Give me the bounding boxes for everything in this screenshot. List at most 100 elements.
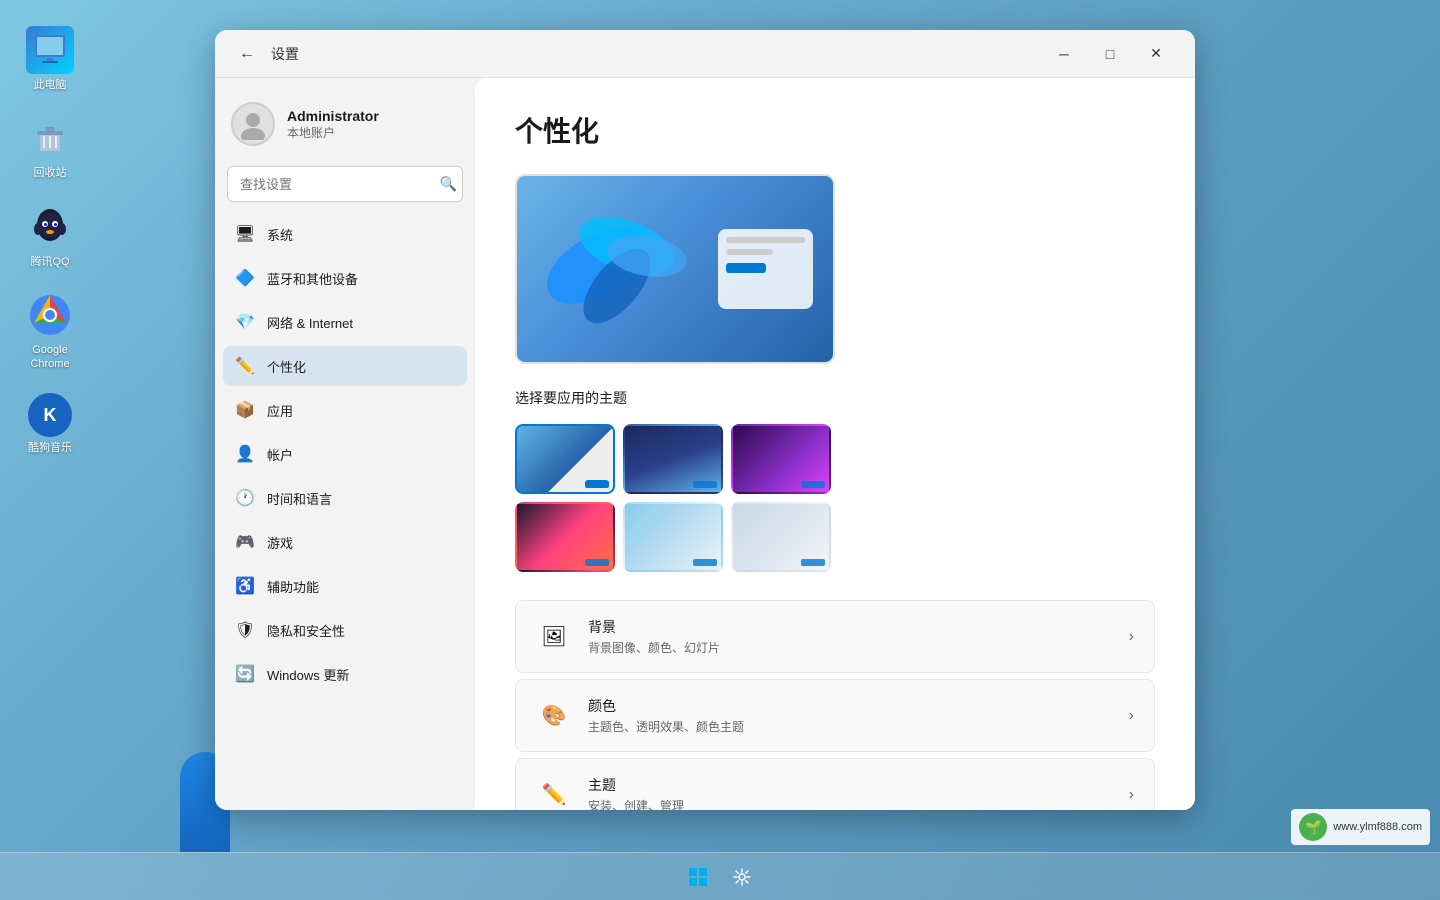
theme-t2[interactable] <box>623 424 723 494</box>
taskbar <box>0 852 1440 900</box>
system-icon: 🖥 <box>235 224 255 244</box>
themes-text: 主题 安装、创建、管理 <box>588 775 1113 810</box>
time-language-label: 时间和语言 <box>267 489 332 508</box>
minimize-button[interactable]: ─ <box>1041 38 1087 70</box>
window-title: 设置 <box>271 44 299 64</box>
theme-t4[interactable] <box>515 502 615 572</box>
start-button[interactable] <box>680 859 716 895</box>
accessibility-icon: ♿ <box>235 576 255 596</box>
user-name: Administrator <box>287 108 459 124</box>
desktop-icon-kugou[interactable]: K 酷狗音乐 <box>10 387 90 461</box>
nav-item-apps[interactable]: 📦 应用 <box>223 390 467 430</box>
theme-t3[interactable] <box>731 424 831 494</box>
chrome-label: Google Chrome <box>16 343 84 372</box>
page-title: 个性化 <box>515 110 1155 150</box>
windows-bloom-preview <box>537 196 717 346</box>
preview-button <box>726 263 766 273</box>
search-input[interactable] <box>227 166 463 202</box>
user-account: 本地账户 <box>287 124 459 141</box>
settings-window: ← 设置 ─ □ ✕ <box>215 30 1195 810</box>
search-box: 🔍 <box>223 166 467 202</box>
settings-sidebar: Administrator 本地账户 🔍 🖥 系统 🔷 蓝牙和其他设备 💎 网络… <box>215 78 475 810</box>
nav-item-accounts[interactable]: 👤 帐户 <box>223 434 467 474</box>
colors-desc: 主题色、透明效果、颜色主题 <box>588 718 1113 735</box>
apps-icon: 📦 <box>235 400 255 420</box>
nav-item-privacy-security[interactable]: 🛡 隐私和安全性 <box>223 610 467 650</box>
qq-icon <box>26 203 74 251</box>
themes-desc: 安装、创建、管理 <box>588 797 1113 810</box>
background-text: 背景 背景图像、颜色、幻灯片 <box>588 617 1113 656</box>
nav-item-time-language[interactable]: 🕐 时间和语言 <box>223 478 467 518</box>
background-title: 背景 <box>588 617 1113 637</box>
network-label: 网络 & Internet <box>267 313 353 332</box>
theme-preview <box>515 174 835 364</box>
watermark-text: www.ylmf888.com <box>1333 821 1422 833</box>
colors-arrow: › <box>1129 707 1134 725</box>
chrome-icon <box>26 291 74 339</box>
background-arrow: › <box>1129 628 1134 646</box>
kugou-label: 酷狗音乐 <box>28 441 72 455</box>
bluetooth-label: 蓝牙和其他设备 <box>267 269 358 288</box>
nav-item-network[interactable]: 💎 网络 & Internet <box>223 302 467 342</box>
desktop-icon-my-computer[interactable]: 此电脑 <box>10 20 90 98</box>
settings-item-colors[interactable]: 🎨 颜色 主题色、透明效果、颜色主题 › <box>515 679 1155 752</box>
nav-item-windows-update[interactable]: 🔄 Windows 更新 <box>223 654 467 694</box>
recycle-bin-icon <box>26 114 74 162</box>
themes-icon: ✏️ <box>536 777 572 811</box>
accounts-label: 帐户 <box>267 445 293 464</box>
settings-item-themes[interactable]: ✏️ 主题 安装、创建、管理 › <box>515 758 1155 810</box>
desktop-icon-chrome[interactable]: Google Chrome <box>10 285 90 378</box>
personalization-icon: ✏️ <box>235 356 255 376</box>
desktop-icon-qq[interactable]: 腾讯QQ <box>10 197 90 275</box>
gaming-icon: 🎮 <box>235 532 255 552</box>
themes-title: 主题 <box>588 775 1113 795</box>
my-computer-icon <box>26 26 74 74</box>
close-button[interactable]: ✕ <box>1133 38 1179 70</box>
maximize-button[interactable]: □ <box>1087 38 1133 70</box>
qq-label: 腾讯QQ <box>30 255 69 269</box>
privacy-security-icon: 🛡 <box>235 620 255 640</box>
settings-item-background[interactable]: 🖼 背景 背景图像、颜色、幻灯片 › <box>515 600 1155 673</box>
settings-items: 🖼 背景 背景图像、颜色、幻灯片 › 🎨 颜色 主题色、透明效果、颜色主题 › … <box>515 600 1155 810</box>
accounts-icon: 👤 <box>235 444 255 464</box>
nav-menu: 🖥 系统 🔷 蓝牙和其他设备 💎 网络 & Internet ✏️ 个性化 📦 … <box>223 214 467 696</box>
apps-label: 应用 <box>267 401 293 420</box>
back-button[interactable]: ← <box>231 38 263 70</box>
bluetooth-icon: 🔷 <box>235 268 255 288</box>
themes-arrow: › <box>1129 786 1134 804</box>
privacy-security-label: 隐私和安全性 <box>267 621 345 640</box>
network-icon: 💎 <box>235 312 255 332</box>
kugou-icon: K <box>28 393 72 437</box>
nav-item-gaming[interactable]: 🎮 游戏 <box>223 522 467 562</box>
preview-background <box>517 176 833 362</box>
colors-title: 颜色 <box>588 696 1113 716</box>
watermark-logo: 🌱 <box>1299 813 1327 841</box>
taskbar-settings-button[interactable] <box>724 859 760 895</box>
user-avatar <box>231 102 275 146</box>
time-language-icon: 🕐 <box>235 488 255 508</box>
colors-text: 颜色 主题色、透明效果、颜色主题 <box>588 696 1113 735</box>
preview-line-1 <box>726 237 805 243</box>
preview-taskbar-card <box>718 229 813 309</box>
desktop-icons-area: 此电脑 回收站 <box>0 0 100 900</box>
window-controls: ─ □ ✕ <box>1041 38 1179 70</box>
theme-t5[interactable] <box>623 502 723 572</box>
desktop-icon-recycle-bin[interactable]: 回收站 <box>10 108 90 186</box>
theme-t6[interactable] <box>731 502 831 572</box>
accessibility-label: 辅助功能 <box>267 577 319 596</box>
search-icon[interactable]: 🔍 <box>440 176 457 193</box>
gaming-label: 游戏 <box>267 533 293 552</box>
background-icon: 🖼 <box>536 619 572 655</box>
nav-item-system[interactable]: 🖥 系统 <box>223 214 467 254</box>
personalization-label: 个性化 <box>267 357 306 376</box>
nav-item-accessibility[interactable]: ♿ 辅助功能 <box>223 566 467 606</box>
recycle-bin-label: 回收站 <box>34 166 67 180</box>
theme-section-title: 选择要应用的主题 <box>515 388 1155 408</box>
taskbar-center <box>680 859 760 895</box>
my-computer-label: 此电脑 <box>34 78 67 92</box>
main-content: 个性化 <box>475 78 1195 810</box>
user-profile[interactable]: Administrator 本地账户 <box>223 90 467 158</box>
nav-item-personalization[interactable]: ✏️ 个性化 <box>223 346 467 386</box>
theme-t1[interactable] <box>515 424 615 494</box>
nav-item-bluetooth[interactable]: 🔷 蓝牙和其他设备 <box>223 258 467 298</box>
